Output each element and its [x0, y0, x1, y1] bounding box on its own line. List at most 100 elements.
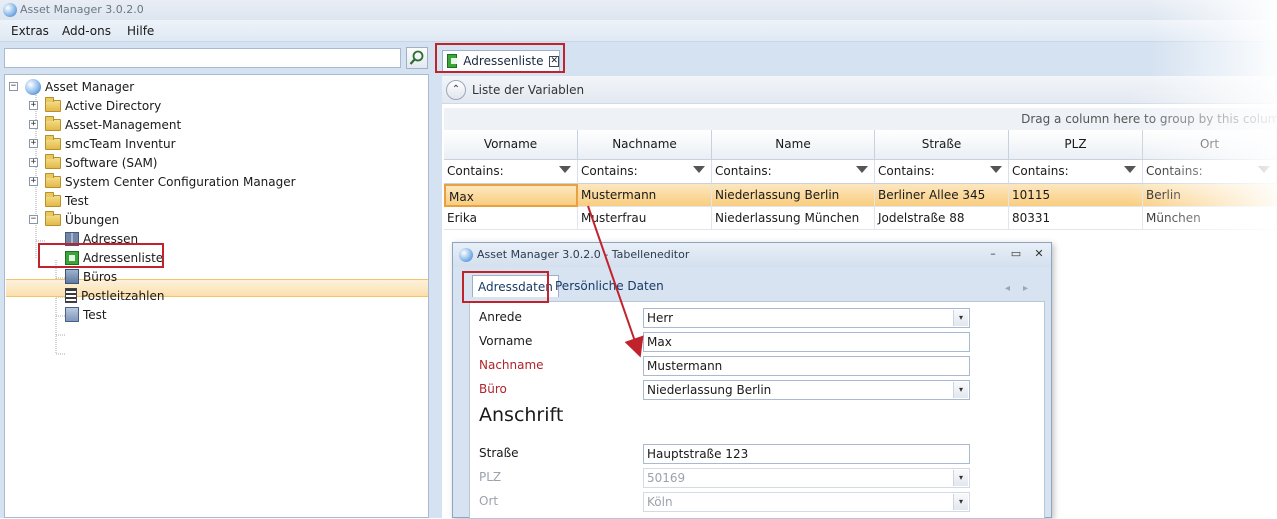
list-icon — [65, 288, 77, 303]
tree-node-active-directory[interactable]: + Active Directory — [29, 96, 161, 115]
table-cell[interactable]: München — [1143, 207, 1277, 230]
table-cell[interactable]: Erika — [444, 207, 578, 230]
column-header-vorname[interactable]: Vorname — [444, 130, 578, 160]
search-input[interactable] — [4, 48, 401, 68]
field-label-nachname: Nachname — [479, 358, 544, 372]
collapse-icon[interactable]: − — [9, 82, 18, 91]
table-cell[interactable]: Berlin — [1143, 184, 1277, 207]
folder-icon — [45, 191, 61, 207]
chevron-down-icon[interactable]: ▾ — [953, 382, 968, 398]
column-header-ort[interactable]: Ort — [1143, 130, 1277, 160]
field-label-buero: Büro — [479, 382, 507, 396]
highlight-adressdaten-tab — [462, 271, 549, 303]
expand-icon[interactable]: + — [29, 158, 38, 167]
table-cell[interactable]: Niederlassung München — [712, 207, 875, 230]
field-label-plz: PLZ — [479, 470, 502, 484]
chevron-down-icon[interactable]: ▾ — [953, 310, 968, 326]
table-cell[interactable]: 10115 — [1009, 184, 1143, 207]
field-label-vorname: Vorname — [479, 334, 533, 348]
menu-hilfe[interactable]: Hilfe — [127, 24, 154, 38]
buero-select[interactable]: Niederlassung Berlin ▾ — [643, 380, 970, 400]
collapse-icon[interactable]: − — [29, 215, 38, 224]
vorname-field[interactable]: Max — [643, 332, 970, 352]
table-cell[interactable]: Max — [444, 184, 578, 207]
tree-node-uebungen[interactable]: − Übungen — [29, 210, 119, 229]
chevron-down-icon[interactable]: ▾ — [953, 470, 968, 486]
close-icon[interactable]: ✕ — [1031, 246, 1047, 262]
tree-node-sccm[interactable]: + System Center Configuration Manager — [29, 172, 296, 191]
search-icon — [409, 50, 424, 65]
table-cell[interactable]: Mustermann — [578, 184, 712, 207]
table-cell[interactable]: Jodelstraße 88 — [875, 207, 1009, 230]
anrede-select[interactable]: Herr ▾ — [643, 308, 970, 328]
table-cell[interactable]: 80331 — [1009, 207, 1143, 230]
search-button[interactable] — [406, 47, 428, 69]
ort-select[interactable]: Köln ▾ — [643, 492, 970, 512]
column-header-plz[interactable]: PLZ — [1009, 130, 1143, 160]
nachname-field[interactable]: Mustermann — [643, 356, 970, 376]
tree-node-software-sam[interactable]: + Software (SAM) — [29, 153, 157, 172]
tree-node-asset-management[interactable]: + Asset-Management — [29, 115, 181, 134]
expand-icon[interactable]: + — [29, 120, 38, 129]
expand-icon[interactable]: + — [29, 139, 38, 148]
dialog-title: Asset Manager 3.0.2.0 - Tabelleneditor — [477, 248, 690, 261]
chevron-right-icon[interactable]: ▸ — [1023, 283, 1028, 294]
variables-bar[interactable]: ⌃ Liste der Variablen — [442, 76, 1277, 104]
highlight-adressenliste-tab — [435, 43, 565, 73]
app-icon — [459, 248, 473, 262]
minimize-icon[interactable]: – — [985, 246, 1001, 262]
menu-add-ons[interactable]: Add-ons — [62, 24, 111, 38]
dialog-form: Anrede Herr ▾ Vorname Max Nachname Muste… — [469, 301, 1045, 519]
filter-icon[interactable] — [990, 166, 1002, 173]
folder-icon — [45, 115, 61, 131]
highlight-adressenliste-node — [38, 243, 164, 268]
table-cell[interactable]: Musterfrau — [578, 207, 712, 230]
filter-icon[interactable] — [1124, 166, 1136, 173]
filter-vorname[interactable]: Contains: — [444, 160, 578, 184]
chevron-up-icon[interactable]: ⌃ — [446, 80, 466, 100]
filter-name[interactable]: Contains: — [712, 160, 875, 184]
folder-icon — [45, 96, 61, 112]
table-cell[interactable]: Niederlassung Berlin — [712, 184, 875, 207]
asset-tree: − Asset Manager + Active Directory + Ass… — [4, 74, 429, 518]
tree-node-bueros[interactable]: Büros — [65, 267, 117, 286]
column-header-nachname[interactable]: Nachname — [578, 130, 712, 160]
column-header-name[interactable]: Name — [712, 130, 875, 160]
folder-icon — [45, 153, 61, 169]
chevron-down-icon[interactable]: ▾ — [953, 494, 968, 510]
filter-icon[interactable] — [559, 166, 571, 173]
section-title: Anschrift — [479, 404, 564, 426]
tree-node-test-child[interactable]: Test — [65, 305, 107, 324]
filter-plz[interactable]: Contains: — [1009, 160, 1143, 184]
field-label-anrede: Anrede — [479, 310, 522, 324]
filter-icon[interactable] — [1258, 166, 1270, 173]
tree-node-smcteam-inventur[interactable]: + smcTeam Inventur — [29, 134, 176, 153]
tab-persoenliche-daten[interactable]: Persönliche Daten — [555, 275, 664, 297]
filter-icon[interactable] — [856, 166, 868, 173]
chevron-left-icon[interactable]: ◂ — [1005, 283, 1010, 294]
title-bar: Asset Manager 3.0.2.0 — [0, 0, 1277, 20]
folder-icon — [45, 134, 61, 150]
plz-select[interactable]: 50169 ▾ — [643, 468, 970, 488]
tree-node-test[interactable]: Test — [45, 191, 89, 210]
app-icon — [3, 3, 17, 17]
filter-icon[interactable] — [693, 166, 705, 173]
maximize-icon[interactable]: ▭ — [1008, 246, 1024, 262]
expand-icon[interactable]: + — [29, 177, 38, 186]
filter-nachname[interactable]: Contains: — [578, 160, 712, 184]
folder-open-icon — [45, 210, 61, 226]
strasse-field[interactable]: Hauptstraße 123 — [643, 444, 970, 464]
tree-node-postleitzahlen[interactable]: Postleitzahlen — [65, 286, 164, 305]
filter-strasse[interactable]: Contains: — [875, 160, 1009, 184]
table-cell[interactable]: Berliner Allee 345 — [875, 184, 1009, 207]
building-icon — [65, 269, 79, 284]
table-icon — [65, 307, 79, 322]
window-title: Asset Manager 3.0.2.0 — [20, 3, 144, 16]
group-panel[interactable]: Drag a column here to group by this colu… — [444, 108, 1277, 130]
filter-ort[interactable]: Contains: — [1143, 160, 1277, 184]
field-label-strasse: Straße — [479, 446, 519, 460]
tree-node-asset-manager[interactable]: − Asset Manager — [9, 77, 134, 96]
menu-extras[interactable]: Extras — [11, 24, 49, 38]
column-header-strasse[interactable]: Straße — [875, 130, 1009, 160]
expand-icon[interactable]: + — [29, 101, 38, 110]
